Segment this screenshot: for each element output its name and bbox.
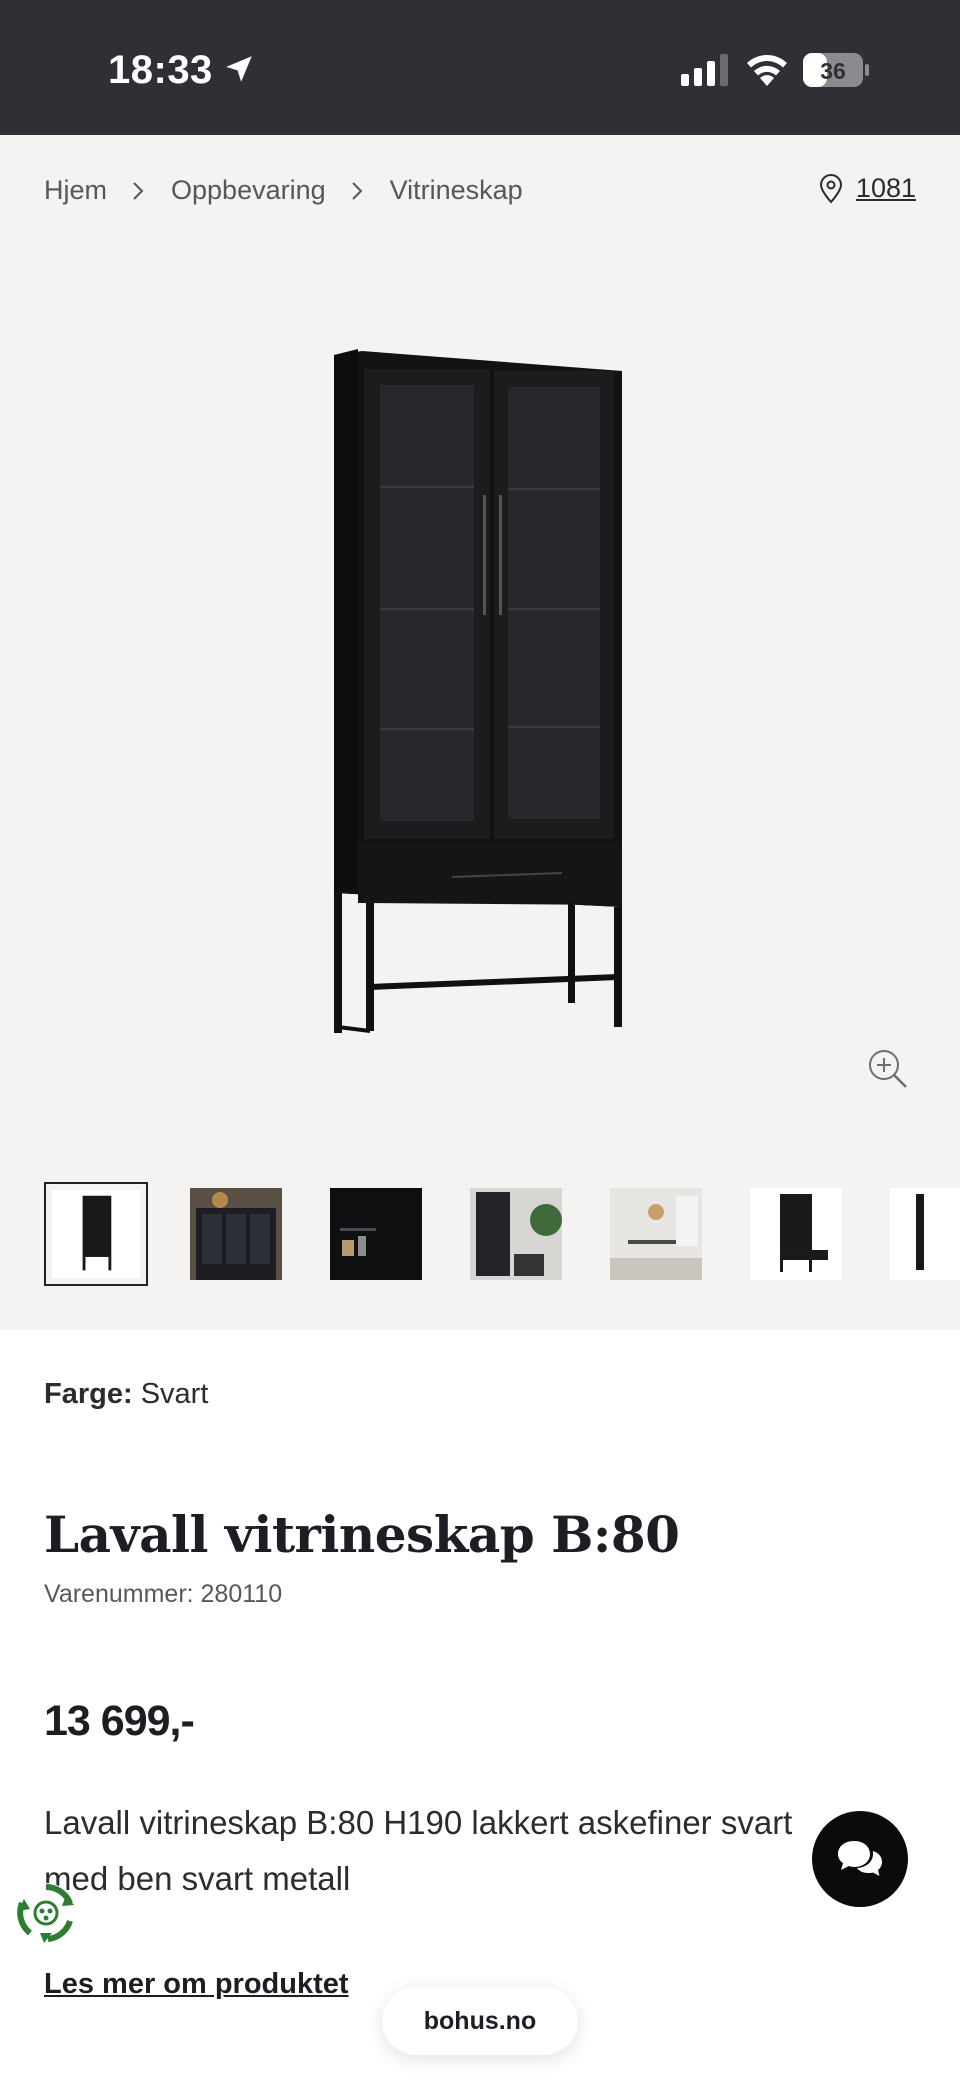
thumbnail-image	[52, 1190, 140, 1278]
thumbnail-4[interactable]	[464, 1182, 568, 1286]
thumbnail-image	[750, 1188, 842, 1280]
thumbnail-5[interactable]	[604, 1182, 708, 1286]
breadcrumb-home[interactable]: Hjem	[44, 175, 107, 206]
battery-level: 36	[820, 58, 846, 84]
color-label: Farge:	[44, 1378, 133, 1410]
chevron-right-icon	[133, 181, 144, 200]
thumbnail-7[interactable]	[884, 1182, 960, 1286]
store-code: 1081	[855, 173, 916, 203]
color-selection: Farge: Svart	[44, 1378, 208, 1411]
chat-icon	[838, 1841, 882, 1876]
chat-button[interactable]	[812, 1811, 908, 1907]
thumbnail-image	[470, 1188, 562, 1280]
thumbnail-3[interactable]	[324, 1182, 428, 1286]
recycle-icon[interactable]	[14, 1881, 78, 1945]
thumbnail-image	[610, 1188, 702, 1280]
status-bar: 18:33 36	[0, 0, 960, 135]
url-text: bohus.no	[423, 2006, 537, 2035]
store-selector[interactable]: 1081	[818, 173, 916, 204]
location-arrow-icon	[226, 56, 252, 82]
product-title: Lavall vitrineskap B:80	[44, 1505, 680, 1564]
thumbnail-2[interactable]	[184, 1182, 288, 1286]
thumbnail-strip[interactable]	[44, 1182, 960, 1288]
thumbnail-image	[330, 1188, 422, 1280]
read-more-link[interactable]: Les mer om produktet	[44, 1968, 349, 2001]
thumbnail-1[interactable]	[44, 1182, 148, 1286]
breadcrumb: Hjem Oppbevaring Vitrineskap	[44, 175, 523, 206]
product-main-image[interactable]	[322, 347, 632, 1047]
wifi-icon	[747, 55, 787, 86]
battery-icon: 36	[803, 53, 869, 87]
breadcrumb-display-cabinets[interactable]: Vitrineskap	[390, 175, 523, 206]
chevron-right-icon	[351, 181, 363, 200]
product-sku: Varenummer: 280110	[44, 1580, 283, 1608]
browser-url-bar[interactable]: bohus.no	[382, 1987, 578, 2055]
product-description: Lavall vitrineskap B:80 H190 lakkert ask…	[44, 1804, 793, 1897]
status-time: 18:33	[108, 48, 213, 92]
product-gallery-section: Hjem Oppbevaring Vitrineskap 1081	[0, 135, 960, 1330]
zoom-in-icon[interactable]	[866, 1047, 910, 1091]
map-pin-icon	[819, 173, 842, 203]
breadcrumb-storage[interactable]: Oppbevaring	[171, 175, 326, 206]
thumbnail-image	[190, 1188, 282, 1280]
thumbnail-6[interactable]	[744, 1182, 848, 1286]
color-value: Svart	[140, 1378, 209, 1410]
product-price: 13 699,-	[44, 1697, 195, 1745]
signal-icon	[681, 54, 728, 86]
thumbnail-image	[890, 1188, 960, 1280]
